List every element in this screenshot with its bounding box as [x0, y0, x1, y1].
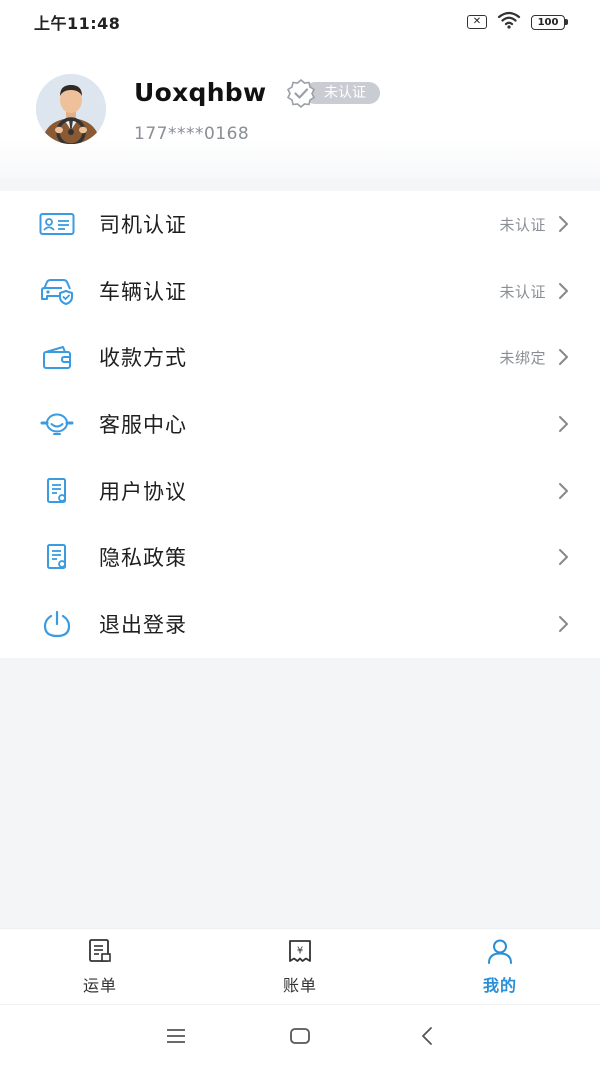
document-icon: [38, 538, 76, 576]
menu-icon[interactable]: [163, 1023, 189, 1049]
menu-item-status: 未认证: [499, 282, 546, 301]
tab-label: 运单: [82, 975, 117, 995]
chevron-right-icon: [552, 280, 574, 302]
menu-item-label: 隐私政策: [99, 546, 187, 570]
tab-label: 我的: [482, 975, 517, 995]
battery-level: 100: [531, 14, 565, 30]
tab-label: 账单: [282, 975, 317, 995]
menu-item-label: 客服中心: [99, 413, 187, 437]
menu-item-privacy-policy[interactable]: 隐私政策: [0, 524, 600, 590]
menu-item-label: 车辆认证: [99, 280, 187, 304]
no-sim-icon: ✕: [467, 15, 487, 29]
menu-item-user-agreement[interactable]: 用户协议: [0, 458, 600, 524]
menu-item-label: 收款方式: [99, 346, 187, 370]
id-card-icon: [38, 205, 76, 243]
menu-item-label: 司机认证: [99, 213, 187, 237]
chevron-right-icon: [552, 413, 574, 435]
settings-menu: 司机认证 未认证 车辆认证 未认证 收款方式 未绑定 客服中心 用户协议 隐私政…: [0, 191, 600, 658]
wifi-icon: [497, 11, 521, 33]
waybill-icon: [87, 938, 113, 968]
menu-item-label: 用户协议: [99, 480, 187, 504]
verification-badge: 未认证: [284, 78, 380, 109]
battery-icon: 100: [531, 14, 568, 30]
bottom-tab-bar: 运单 ¥ 账单 我的: [0, 928, 600, 1004]
profile-header: Uoxqhbw 未认证 177****0168: [0, 44, 600, 179]
bill-icon: ¥: [287, 938, 313, 968]
avatar[interactable]: [36, 74, 106, 144]
verified-seal-icon: [284, 78, 318, 109]
chevron-right-icon: [552, 546, 574, 568]
menu-item-label: 退出登录: [99, 613, 187, 637]
chevron-right-icon: [552, 613, 574, 635]
home-icon[interactable]: [287, 1023, 313, 1049]
headset-icon: [38, 405, 76, 443]
document-icon: [38, 472, 76, 510]
menu-item-logout[interactable]: 退出登录: [0, 591, 600, 657]
tab-waybill[interactable]: 运单: [0, 929, 200, 1004]
chevron-right-icon: [552, 346, 574, 368]
menu-item-status: 未绑定: [499, 348, 546, 367]
menu-item-driver-verification[interactable]: 司机认证 未认证: [0, 191, 600, 257]
status-bar: 上午11:48 ✕ 100: [0, 0, 600, 44]
chevron-right-icon: [552, 480, 574, 502]
username: Uoxqhbw: [134, 78, 267, 107]
car-shield-icon: [38, 272, 76, 310]
status-icons: ✕ 100: [467, 11, 568, 33]
system-nav-bar: [0, 1004, 600, 1067]
tab-bill[interactable]: ¥ 账单: [200, 929, 400, 1004]
svg-text:¥: ¥: [297, 945, 303, 956]
menu-item-customer-service[interactable]: 客服中心: [0, 391, 600, 457]
chevron-right-icon: [552, 213, 574, 235]
menu-item-payment-method[interactable]: 收款方式 未绑定: [0, 324, 600, 390]
user-icon: [486, 938, 514, 968]
menu-item-status: 未认证: [499, 215, 546, 234]
tab-mine[interactable]: 我的: [400, 929, 600, 1004]
menu-item-vehicle-verification[interactable]: 车辆认证 未认证: [0, 258, 600, 324]
wallet-icon: [38, 338, 76, 376]
status-time: 上午11:48: [34, 14, 121, 33]
back-icon[interactable]: [414, 1023, 440, 1049]
phone-number: 177****0168: [134, 124, 250, 144]
power-icon: [38, 605, 76, 643]
